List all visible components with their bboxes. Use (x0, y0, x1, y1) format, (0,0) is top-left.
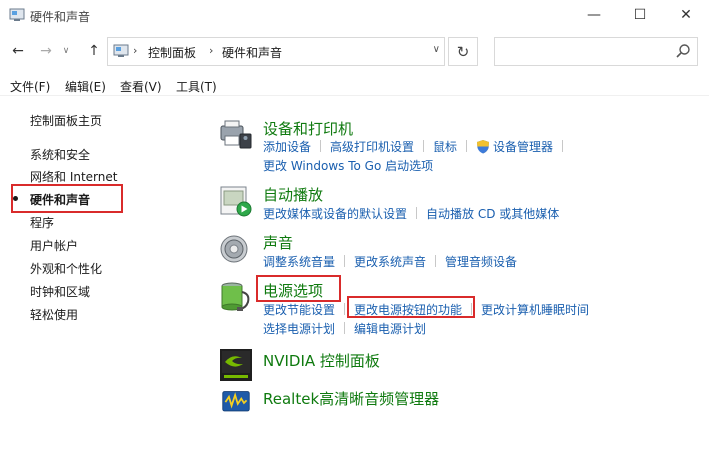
sidebar-item-appearance[interactable]: 外观和个性化 (30, 260, 102, 277)
highlight-box-power-button (347, 296, 475, 318)
speaker-icon (220, 235, 248, 263)
link-mouse[interactable]: 鼠标 (433, 140, 457, 154)
sidebar-item-user-accounts[interactable]: 用户帐户 (30, 237, 78, 254)
breadcrumb-separator[interactable]: › (133, 44, 137, 57)
refresh-button[interactable]: ↻ (448, 37, 478, 66)
links-row: 更改媒体或设备的默认设置 自动播放 CD 或其他媒体 (263, 205, 559, 222)
links-row: 调整系统音量 更改系统声音 管理音频设备 (263, 253, 517, 270)
link-windows-to-go[interactable]: 更改 Windows To Go 启动选项 (263, 159, 433, 173)
link-separator (344, 255, 346, 267)
links-row: 添加设备 高级打印机设置 鼠标 设备管理器 (263, 138, 572, 155)
recent-locations-chevron-icon[interactable]: ∨ (60, 41, 72, 61)
link-adjust-volume[interactable]: 调整系统音量 (263, 255, 335, 269)
sidebar-item-network[interactable]: 网络和 Internet (30, 168, 117, 185)
menu-file[interactable]: 文件(F) (10, 78, 50, 95)
sidebar: 控制面板主页 系统和安全 网络和 Internet 硬件和声音 程序 用户帐户 … (0, 100, 200, 451)
control-panel-icon (113, 44, 129, 57)
highlight-box-power-options (256, 275, 341, 302)
printer-icon (220, 120, 252, 149)
battery-power-icon (221, 282, 250, 311)
link-change-power-saving[interactable]: 更改节能设置 (263, 303, 335, 317)
link-add-device[interactable]: 添加设备 (263, 140, 311, 154)
breadcrumb-hardware-sound[interactable]: 硬件和声音 (222, 44, 282, 61)
links-row: 更改 Windows To Go 启动选项 (263, 157, 433, 174)
search-input[interactable] (499, 42, 669, 61)
link-manage-audio-devices[interactable]: 管理音频设备 (445, 255, 517, 269)
category-title-sound[interactable]: 声音 (263, 232, 293, 253)
search-box[interactable] (494, 37, 698, 66)
search-icon[interactable] (675, 43, 691, 59)
link-separator (344, 322, 346, 334)
control-panel-icon (9, 8, 25, 21)
category-devices-printers: 设备和打印机 添加设备 高级打印机设置 鼠标 设备管理器 更改 Windows To … (218, 118, 698, 174)
breadcrumb-control-panel[interactable]: 控制面板 (148, 44, 196, 61)
link-media-default-settings[interactable]: 更改媒体或设备的默认设置 (263, 207, 407, 221)
menu-edit[interactable]: 编辑(E) (65, 78, 106, 95)
back-arrow-icon[interactable]: ← (8, 41, 28, 61)
category-autoplay: 自动播放 更改媒体或设备的默认设置 自动播放 CD 或其他媒体 (218, 184, 698, 222)
category-sound: 声音 调整系统音量 更改系统声音 管理音频设备 (218, 232, 698, 270)
realtek-audio-icon (222, 391, 250, 412)
autoplay-icon (220, 186, 252, 217)
link-separator (320, 140, 322, 152)
link-edit-power-plan[interactable]: 编辑电源计划 (354, 322, 426, 336)
nvidia-icon (220, 349, 252, 381)
minimize-button[interactable]: — (571, 0, 617, 30)
link-change-system-sounds[interactable]: 更改系统声音 (354, 255, 426, 269)
menu-tools[interactable]: 工具(T) (176, 78, 217, 95)
category-realtek: Realtek高清晰音频管理器 (218, 388, 698, 418)
link-separator (344, 303, 346, 315)
link-separator (466, 140, 468, 152)
sidebar-item-clock-region[interactable]: 时钟和区域 (30, 283, 90, 300)
link-separator (416, 207, 418, 219)
close-button[interactable]: ✕ (663, 0, 709, 30)
uac-shield-icon (477, 140, 490, 154)
category-title-realtek[interactable]: Realtek高清晰音频管理器 (263, 388, 439, 409)
sidebar-item-home[interactable]: 控制面板主页 (30, 112, 102, 129)
forward-arrow-icon[interactable]: → (36, 41, 56, 61)
sidebar-item-programs[interactable]: 程序 (30, 214, 54, 231)
highlight-box-sidebar (11, 184, 123, 213)
link-advanced-printer-setup[interactable]: 高级打印机设置 (330, 140, 414, 154)
link-separator (435, 255, 437, 267)
address-dropdown-chevron-icon[interactable]: ∨ (433, 44, 440, 55)
up-arrow-icon[interactable]: ↑ (84, 41, 104, 61)
breadcrumb-separator[interactable]: › (209, 44, 213, 57)
category-title-nvidia[interactable]: NVIDIA 控制面板 (263, 350, 380, 371)
category-title-autoplay[interactable]: 自动播放 (263, 184, 323, 205)
menu-bar: 文件(F) 编辑(E) 查看(V) 工具(T) (0, 74, 709, 96)
sidebar-item-system-security[interactable]: 系统和安全 (30, 146, 90, 163)
category-nvidia: NVIDIA 控制面板 (218, 348, 698, 382)
link-autoplay-cd[interactable]: 自动播放 CD 或其他媒体 (426, 207, 559, 221)
links-row: 选择电源计划 编辑电源计划 (263, 320, 426, 337)
address-bar[interactable]: › 控制面板 › 硬件和声音 ∨ (107, 37, 445, 66)
menu-view[interactable]: 查看(V) (120, 78, 162, 95)
link-separator (562, 140, 564, 152)
link-choose-power-plan[interactable]: 选择电源计划 (263, 322, 335, 336)
title-bar: 硬件和声音 — ☐ ✕ (0, 0, 709, 32)
link-sleep-time[interactable]: 更改计算机睡眠时间 (481, 303, 589, 317)
window-title: 硬件和声音 (30, 10, 91, 24)
link-separator (423, 140, 425, 152)
link-device-manager[interactable]: 设备管理器 (493, 140, 553, 154)
category-title-devices-printers[interactable]: 设备和打印机 (263, 118, 353, 139)
navigation-bar: ← → ∨ ↑ › 控制面板 › 硬件和声音 ∨ ↻ (0, 32, 709, 70)
maximize-button[interactable]: ☐ (617, 0, 663, 30)
sidebar-item-ease-of-access[interactable]: 轻松使用 (30, 306, 78, 323)
